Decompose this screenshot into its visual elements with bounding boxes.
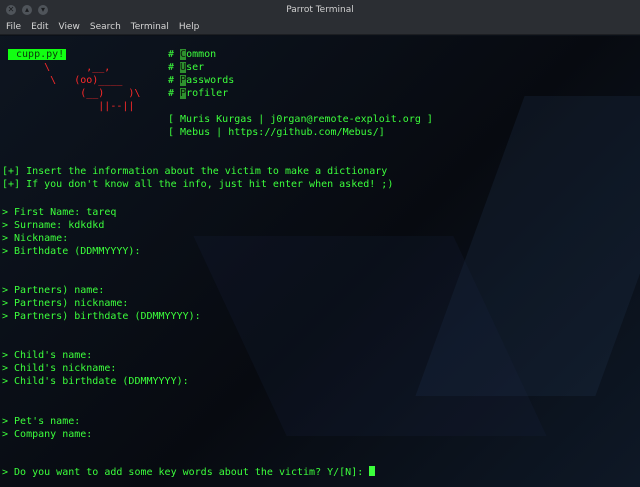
comment-line: # Common	[168, 49, 217, 60]
credit-line: [ Mebus | https://github.com/Mebus/]	[168, 127, 385, 138]
menu-search[interactable]: Search	[90, 22, 121, 32]
comment-line: # Profiler	[168, 88, 229, 99]
maximize-icon[interactable]: ▴	[22, 4, 32, 15]
ascii-art-line: ||--||	[14, 101, 135, 112]
ascii-art-line: \ ,__,	[14, 62, 111, 73]
menu-bar: File Edit View Search Terminal Help	[0, 19, 640, 35]
window-title: Parrot Terminal	[286, 4, 354, 15]
prompt-partner-name: > Partners) name:	[2, 285, 105, 296]
cupp-badge: cupp.py!	[8, 49, 67, 60]
ascii-art-line: \ (oo)____	[14, 75, 123, 86]
terminal-output[interactable]: cupp.py! \ ,__, \ (oo)____ (__) )\ ||--|…	[0, 36, 640, 487]
prompt-company-name: > Company name:	[2, 429, 93, 440]
prompt-first-name: > First Name: tareq	[2, 207, 117, 218]
prompt-child-name: > Child's name:	[2, 350, 93, 361]
prompt-partner-nickname: > Partners) nickname:	[2, 298, 129, 309]
info-line: [+] Insert the information about the vic…	[2, 166, 388, 177]
comment-line: # User	[168, 62, 205, 73]
prompt-child-nickname: > Child's nickname:	[2, 363, 117, 374]
prompt-pet-name: > Pet's name:	[2, 416, 81, 427]
prompt-partner-birthdate: > Partners) birthdate (DDMMYYYY):	[2, 311, 201, 322]
menu-view[interactable]: View	[59, 22, 80, 32]
title-bar[interactable]: ✕ ▴ ▾ Parrot Terminal	[0, 0, 640, 19]
menu-help[interactable]: Help	[179, 22, 200, 32]
prompt-child-birthdate: > Child's birthdate (DDMMYYYY):	[2, 376, 189, 387]
minimize-icon[interactable]: ▾	[38, 4, 48, 15]
ascii-art-line: (__) )\	[14, 88, 141, 99]
menu-edit[interactable]: Edit	[31, 22, 48, 32]
active-prompt[interactable]: > Do you want to add some key words abou…	[2, 466, 376, 479]
comment-line: # Passwords	[168, 75, 235, 86]
prompt-surname: > Surname: kdkdkd	[2, 220, 105, 231]
text-cursor	[369, 466, 376, 476]
prompt-nickname: > Nickname:	[2, 233, 69, 244]
credit-line: [ Muris Kurgas | j0rgan@remote-exploit.o…	[168, 114, 433, 125]
prompt-birthdate: > Birthdate (DDMMYYYY):	[2, 246, 141, 257]
terminal-window: ✕ ▴ ▾ Parrot Terminal File Edit View Sea…	[0, 0, 640, 487]
menu-terminal[interactable]: Terminal	[131, 22, 169, 32]
close-icon[interactable]: ✕	[6, 4, 16, 15]
info-line: [+] If you don't know all the info, just…	[2, 179, 394, 190]
menu-file[interactable]: File	[6, 22, 21, 32]
